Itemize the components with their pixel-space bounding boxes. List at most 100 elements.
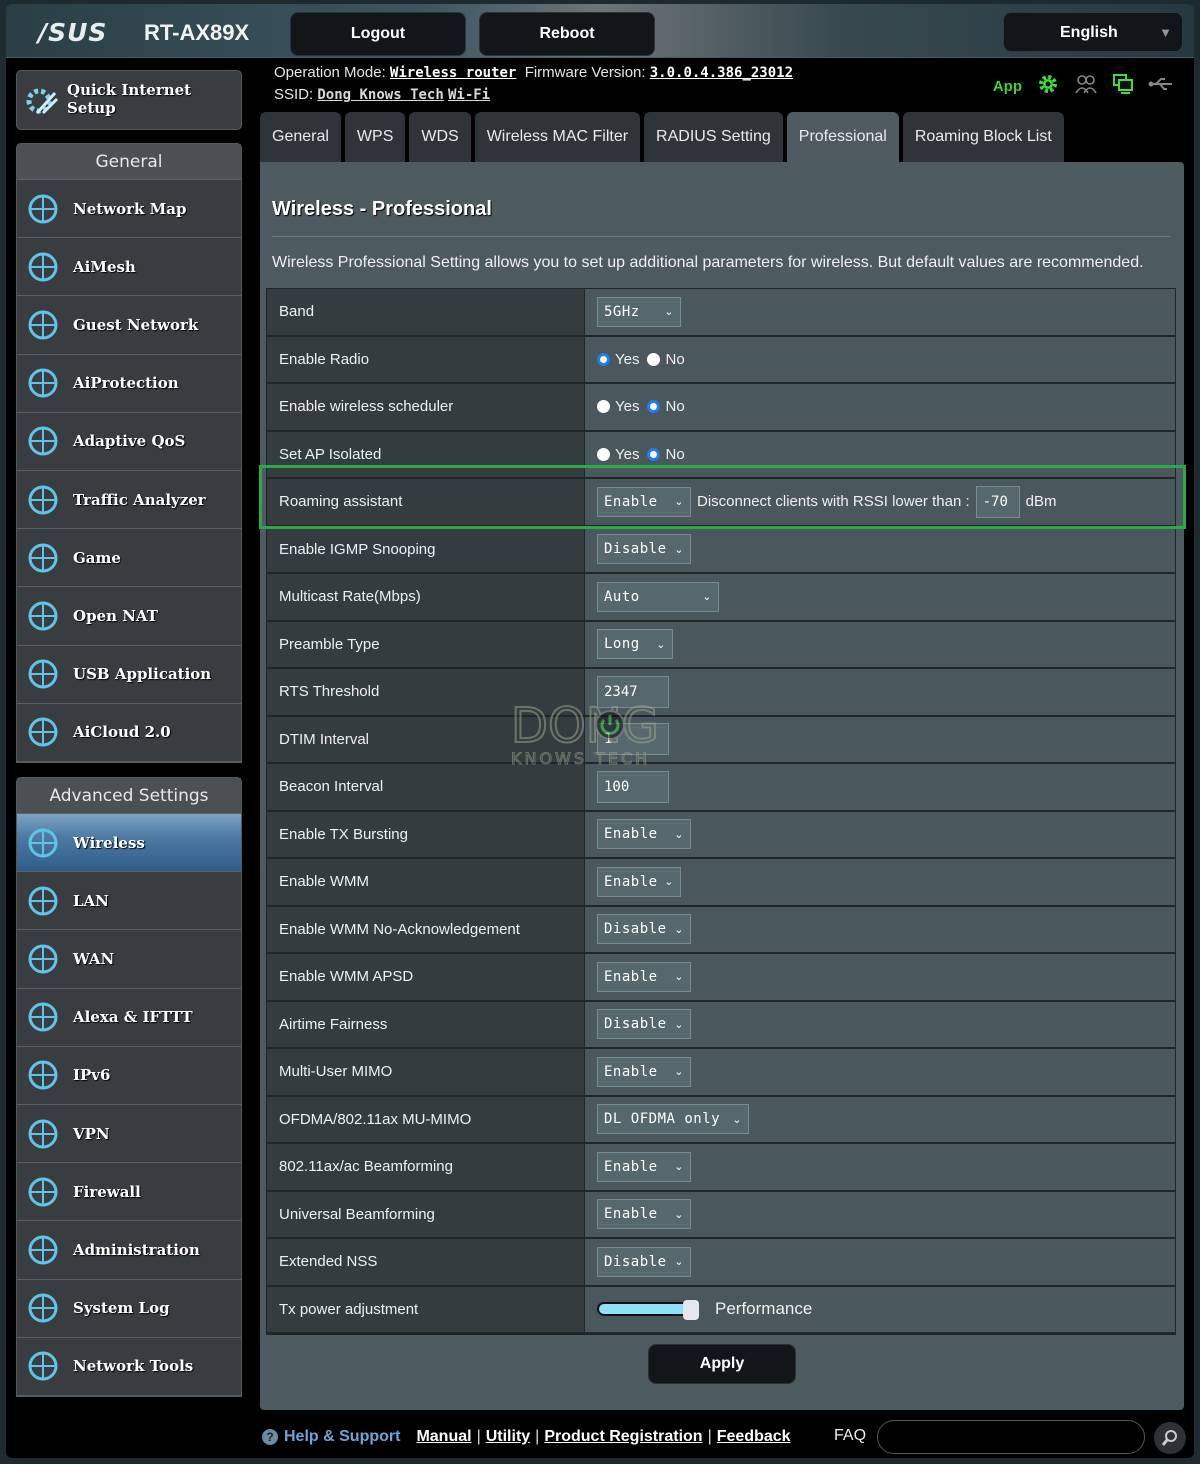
quick-internet-setup[interactable]: Quick Internet Setup [16, 70, 242, 130]
tab-wds[interactable]: WDS [409, 112, 471, 162]
sidebar-item-wireless[interactable]: Wireless [17, 814, 241, 873]
product-registration-link[interactable]: Product Registration [544, 1428, 702, 1446]
setting-label: Preamble Type [267, 621, 585, 667]
select-value: Enable [604, 1158, 658, 1175]
wmm-apsd-select[interactable]: Enable ⌄ [597, 961, 691, 992]
sidebar-item-wan[interactable]: WAN [17, 930, 241, 989]
sidebar-item-ipv6[interactable]: IPv6 [17, 1047, 241, 1105]
rts-threshold-input[interactable]: 2347 [597, 675, 669, 708]
dtim-interval-input[interactable]: 1 [597, 723, 669, 756]
igmp-snooping-select[interactable]: Disable ⌄ [597, 534, 691, 565]
preamble-type-select[interactable]: Long ⌄ [597, 629, 673, 660]
airtime-fairness-select[interactable]: Disable ⌄ [597, 1009, 691, 1040]
select-value: DL OFDMA only [604, 1111, 721, 1128]
mu-mimo-select[interactable]: Enable ⌄ [597, 1056, 691, 1087]
sidebar-item-network-map[interactable]: Network Map [17, 180, 241, 239]
clients-icon[interactable] [1074, 73, 1098, 100]
ssid-value-1[interactable]: Dong Knows Tech [317, 87, 443, 103]
separator: | [476, 1428, 481, 1445]
ofdma-select[interactable]: DL OFDMA only ⌄ [597, 1104, 749, 1135]
sidebar-item-vpn[interactable]: VPN [17, 1105, 241, 1164]
sidebar-item-network-tools[interactable]: Network Tools [17, 1338, 241, 1396]
sidebar-item-alexa-ifttt[interactable]: Alexa & IFTTT [17, 989, 241, 1047]
enable-radio-yes[interactable]: Yes [597, 351, 639, 368]
manual-link[interactable]: Manual [416, 1428, 471, 1446]
chevron-down-icon: ⌄ [674, 1207, 684, 1221]
sidebar-item-aimesh[interactable]: AiMesh [17, 238, 241, 297]
tx-bursting-select[interactable]: Enable ⌄ [597, 819, 691, 850]
ap-isolated-yes[interactable]: Yes [597, 446, 639, 463]
tab-professional[interactable]: Professional [786, 112, 899, 162]
band-value: 5GHz [604, 303, 640, 320]
chevron-down-icon: ⌄ [674, 1160, 684, 1174]
ssid-value-2[interactable]: Wi-Fi [448, 87, 490, 103]
enable-radio-no[interactable]: No [647, 351, 685, 368]
search-button[interactable] [1154, 1422, 1186, 1454]
tab-wireless-mac-filter[interactable]: Wireless MAC Filter [474, 112, 641, 162]
wmm-select[interactable]: Enable ⌄ [597, 866, 681, 897]
sidebar-item-usb-application[interactable]: USB Application [17, 646, 241, 704]
network-status-icon[interactable] [1112, 73, 1134, 100]
scheduler-no[interactable]: No [647, 398, 685, 415]
chevron-down-icon: ⌄ [664, 305, 674, 319]
feedback-link[interactable]: Feedback [717, 1428, 791, 1446]
sidebar-item-aicloud-2-0[interactable]: AiCloud 2.0 [17, 704, 241, 762]
usb-icon[interactable] [1148, 76, 1174, 97]
scheduler-yes[interactable]: Yes [597, 398, 639, 415]
sidebar-item-system-log[interactable]: System Log [17, 1280, 241, 1338]
sidebar-item-administration[interactable]: Administration [17, 1221, 241, 1280]
tab-wps[interactable]: WPS [344, 112, 406, 162]
status-info: Operation Mode: Wireless router Firmware… [274, 62, 793, 106]
tab-radius-setting[interactable]: RADIUS Setting [644, 112, 783, 162]
operation-mode-link[interactable]: Wireless router [390, 65, 516, 81]
universal-beamforming-select[interactable]: Enable ⌄ [597, 1199, 691, 1230]
rssi-threshold-input[interactable]: -70 [975, 485, 1020, 518]
language-select[interactable]: English ▼ [1003, 12, 1183, 52]
help-support-link[interactable]: ? Help & Support [262, 1428, 400, 1446]
sidebar-item-label: IPv6 [73, 1066, 111, 1085]
reboot-button[interactable]: Reboot [479, 12, 655, 56]
language-value: English [1060, 24, 1118, 41]
advanced-menu: Advanced Settings Wireless LAN WAN Alexa & … [16, 777, 242, 1397]
beacon-interval-input[interactable]: 100 [597, 770, 669, 803]
tab-roaming-block-list[interactable]: Roaming Block List [902, 112, 1064, 162]
setting-row-roaming-assistant: Roaming assistant Enable ⌄ Disconnect cli… [267, 479, 1175, 527]
open-nat-icon [23, 596, 63, 636]
aiprotection-icon [23, 363, 63, 403]
apply-button[interactable]: Apply [648, 1344, 796, 1384]
beamforming-select[interactable]: Enable ⌄ [597, 1151, 691, 1182]
extended-nss-select[interactable]: Disable ⌄ [597, 1246, 691, 1277]
roaming-assistant-select[interactable]: Enable ⌄ [597, 486, 691, 517]
sidebar-item-traffic-analyzer[interactable]: Traffic Analyzer [17, 471, 241, 530]
setting-label: Airtime Fairness [267, 1001, 585, 1047]
sidebar-item-adaptive-qos[interactable]: Adaptive QoS [17, 413, 241, 471]
setting-row-multicast-rate: Multicast Rate(Mbps) Auto ⌄ [267, 574, 1175, 622]
setting-row-wireless-scheduler: Enable wireless scheduler Yes No [267, 384, 1175, 432]
tx-power-slider[interactable] [597, 1300, 699, 1321]
sidebar-item-lan[interactable]: LAN [17, 872, 241, 931]
utility-link[interactable]: Utility [486, 1428, 530, 1446]
band-select[interactable]: 5GHz ⌄ [597, 296, 681, 327]
firmware-link[interactable]: 3.0.0.4.386_23012 [650, 65, 793, 81]
wmm-noack-select[interactable]: Disable ⌄ [597, 914, 691, 945]
app-link[interactable]: App [993, 78, 1022, 95]
firewall-icon [23, 1172, 63, 1212]
logout-button[interactable]: Logout [290, 12, 466, 56]
wan-icon [23, 939, 63, 979]
aimesh-icon [23, 247, 63, 287]
sidebar-item-firewall[interactable]: Firewall [17, 1163, 241, 1222]
faq-search-input[interactable] [877, 1420, 1145, 1454]
sidebar-item-guest-network[interactable]: Guest Network [17, 296, 241, 355]
sidebar-item-aiprotection[interactable]: AiProtection [17, 355, 241, 413]
multicast-rate-select[interactable]: Auto ⌄ [597, 581, 719, 612]
ap-isolated-no[interactable]: No [647, 446, 685, 463]
select-value: Disable [604, 541, 667, 558]
setting-row-igmp-snooping: Enable IGMP Snooping Disable ⌄ [267, 526, 1175, 574]
setting-label: Beacon Interval [267, 764, 585, 810]
gear-icon[interactable] [1036, 72, 1060, 101]
sidebar-item-open-nat[interactable]: Open NAT [17, 587, 241, 646]
sidebar-item-game[interactable]: Game [17, 529, 241, 588]
tab-general[interactable]: General [260, 112, 341, 162]
slider-handle[interactable] [683, 1300, 699, 1321]
chevron-down-icon: ⌄ [664, 875, 674, 889]
